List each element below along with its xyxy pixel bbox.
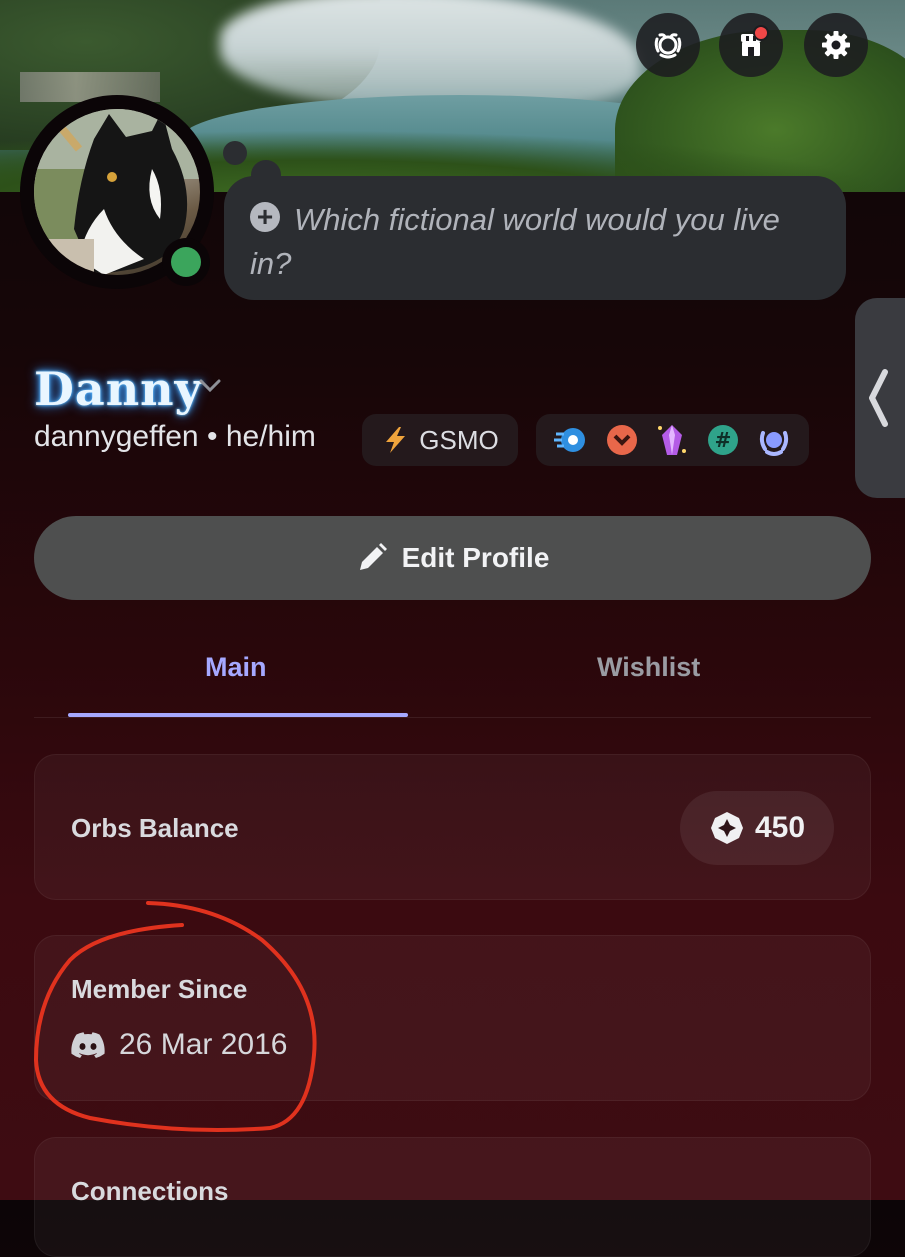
crystal-badge-icon[interactable]: [655, 423, 689, 457]
orb-icon: [710, 812, 743, 844]
laurel-badge-icon[interactable]: [757, 423, 791, 457]
status-prompt-text: Which fictional world would you live in?: [250, 202, 780, 281]
member-since-row: 26 Mar 2016: [71, 1028, 287, 1062]
pronouns: he/him: [225, 420, 316, 453]
online-dot: [171, 247, 201, 277]
chevron-left-icon: [869, 369, 888, 427]
member-since-label: Member Since: [71, 974, 248, 1004]
notification-dot: [753, 25, 769, 41]
discord-logo-icon: [71, 1032, 105, 1058]
online-status-indicator: [162, 238, 210, 286]
orbs-balance-pill[interactable]: 450: [680, 791, 834, 865]
connections-card[interactable]: Connections: [34, 1137, 871, 1257]
edit-profile-button[interactable]: Edit Profile: [34, 516, 871, 600]
tab-divider: [34, 717, 871, 718]
custom-status-bubble[interactable]: + Which fictional world would you live in…: [224, 176, 846, 300]
member-since-card: Member Since 26 Mar 2016: [34, 935, 871, 1101]
speed-badge-icon[interactable]: [554, 423, 588, 457]
chevron-badge-icon[interactable]: [605, 423, 639, 457]
lightning-icon: [386, 427, 406, 453]
laurel-icon: [654, 33, 682, 59]
edit-profile-label: Edit Profile: [401, 542, 550, 573]
thought-bubble-dot: [223, 141, 247, 165]
add-icon: +: [250, 202, 280, 232]
hashtag-badge-icon[interactable]: #: [706, 423, 740, 457]
shop-button[interactable]: [719, 13, 783, 77]
orbs-balance-card[interactable]: Orbs Balance 450: [34, 754, 871, 900]
display-name: Danny: [34, 362, 203, 416]
chevron-down-icon[interactable]: [196, 372, 224, 400]
connections-label: Connections: [71, 1176, 229, 1206]
separator: •: [206, 420, 218, 453]
nitro-wreath-button[interactable]: [636, 13, 700, 77]
member-since-date: 26 Mar 2016: [119, 1028, 288, 1061]
pencil-icon: [359, 543, 387, 570]
svg-text:#: #: [715, 428, 732, 452]
server-tag[interactable]: GSMO: [362, 414, 518, 466]
tab-wishlist[interactable]: Wishlist: [597, 652, 700, 683]
gear-icon: [822, 31, 850, 59]
username-line: dannygeffen • he/him: [34, 420, 316, 454]
orbs-balance-value: 450: [754, 811, 806, 844]
side-panel-handle[interactable]: [855, 298, 905, 498]
settings-button[interactable]: [804, 13, 868, 77]
tab-main[interactable]: Main: [205, 652, 267, 683]
orbs-balance-label: Orbs Balance: [71, 813, 239, 843]
username: dannygeffen: [34, 420, 199, 453]
badge-list: #: [536, 414, 809, 466]
server-tag-label: GSMO: [419, 424, 499, 455]
